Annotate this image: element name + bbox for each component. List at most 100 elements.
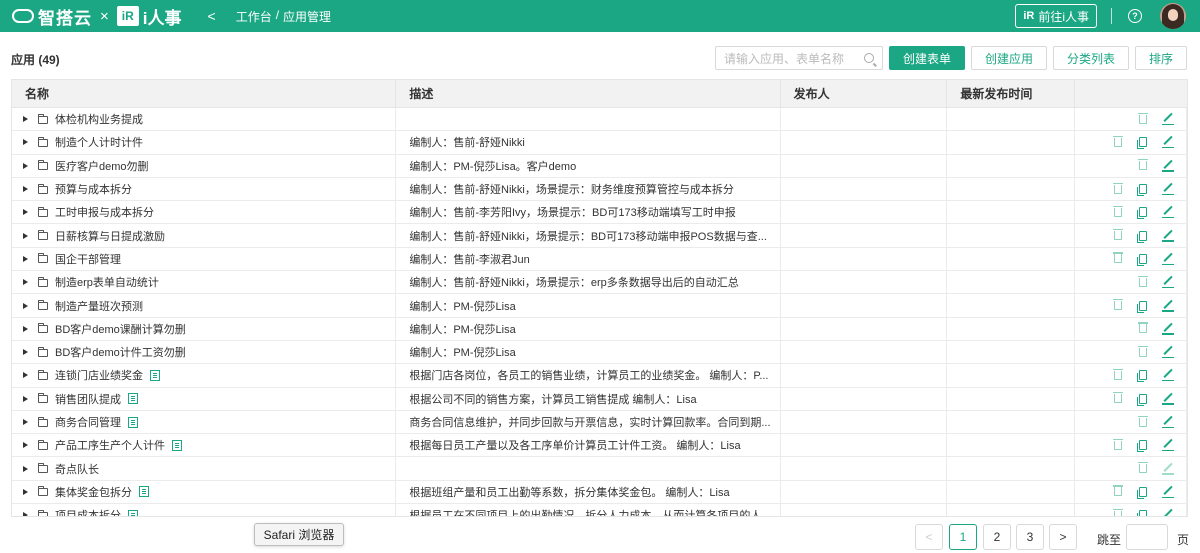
- edit-icon[interactable]: [1162, 253, 1174, 265]
- delete-icon[interactable]: [1137, 322, 1149, 335]
- edit-icon[interactable]: [1162, 276, 1174, 289]
- table-row[interactable]: 商务合同管理 商务合同信息维护，并同步回款与开票信息，实时计算回款率。合同到期..…: [12, 410, 1187, 435]
- page-2-button[interactable]: 2: [983, 524, 1011, 550]
- delete-icon[interactable]: [1112, 205, 1124, 218]
- edit-icon[interactable]: [1162, 113, 1174, 126]
- avatar[interactable]: [1160, 3, 1186, 29]
- app-name[interactable]: 商务合同管理: [55, 414, 121, 430]
- app-name[interactable]: 产品工序生产个人计件: [55, 437, 165, 453]
- expand-caret-icon[interactable]: [23, 465, 28, 472]
- edit-icon[interactable]: [1162, 206, 1174, 219]
- app-name[interactable]: 制造erp表单自动统计: [55, 274, 159, 290]
- edit-icon[interactable]: [1162, 160, 1174, 172]
- delete-icon[interactable]: [1137, 159, 1149, 172]
- table-row[interactable]: 奇点队长: [12, 457, 1187, 481]
- expand-caret-icon[interactable]: [23, 302, 28, 309]
- copy-icon[interactable]: [1137, 393, 1149, 406]
- table-row[interactable]: BD客户demo计件工资勿删 编制人：PM-倪莎Lisa: [12, 340, 1187, 365]
- app-name[interactable]: 工时申报与成本拆分: [55, 204, 154, 220]
- table-row[interactable]: 项目成本拆分 根据员工在不同项目上的出勤情况，拆分人力成本，从而计算各项目的人..…: [12, 504, 1187, 516]
- category-list-button[interactable]: 分类列表: [1053, 46, 1129, 70]
- app-name[interactable]: 国企干部管理: [55, 251, 121, 267]
- search-icon[interactable]: [864, 53, 874, 63]
- delete-icon[interactable]: [1112, 368, 1124, 381]
- help-icon[interactable]: ?: [1128, 9, 1142, 23]
- edit-icon[interactable]: [1162, 439, 1174, 452]
- table-row[interactable]: 制造个人计时计件 编制人：售前-舒娅Nikki: [12, 131, 1187, 155]
- table-row[interactable]: 销售团队提成 根据公司不同的销售方案，计算员工销售提成 编制人：Lisa: [12, 387, 1187, 411]
- delete-icon[interactable]: [1137, 275, 1149, 288]
- delete-icon[interactable]: [1137, 345, 1149, 358]
- delete-icon[interactable]: [1112, 135, 1124, 148]
- app-name[interactable]: 连锁门店业绩奖金: [55, 367, 143, 383]
- app-name[interactable]: 体检机构业务提成: [55, 111, 143, 127]
- delete-icon[interactable]: [1112, 485, 1124, 498]
- expand-caret-icon[interactable]: [23, 419, 28, 425]
- app-name[interactable]: 集体奖金包拆分: [55, 484, 132, 500]
- delete-icon[interactable]: [1112, 438, 1124, 451]
- copy-icon[interactable]: [1137, 136, 1149, 150]
- search-input[interactable]: 请输入应用、表单名称: [715, 46, 883, 70]
- delete-icon[interactable]: [1112, 392, 1124, 405]
- copy-icon[interactable]: [1137, 206, 1149, 220]
- app-name[interactable]: 制造个人计时计件: [55, 134, 143, 150]
- app-name[interactable]: 医疗客户demo勿删: [55, 158, 149, 174]
- edit-icon[interactable]: [1162, 300, 1174, 312]
- copy-icon[interactable]: [1137, 183, 1149, 197]
- expand-caret-icon[interactable]: [23, 512, 28, 516]
- copy-icon[interactable]: [1137, 300, 1149, 313]
- table-row[interactable]: 国企干部管理 编制人：售前-李淑君Jun: [12, 247, 1187, 272]
- edit-icon[interactable]: [1162, 416, 1174, 429]
- delete-icon[interactable]: [1137, 415, 1149, 428]
- table-row[interactable]: 集体奖金包拆分 根据班组产量和员工出勤等系数，拆分集体奖金包。 编制人：Lisa: [12, 480, 1187, 505]
- edit-icon[interactable]: [1162, 369, 1174, 382]
- create-app-button[interactable]: 创建应用: [971, 46, 1047, 70]
- delete-icon[interactable]: [1112, 508, 1124, 516]
- breadcrumb-workbench[interactable]: 工作台: [236, 8, 272, 25]
- goto-ihr-button[interactable]: iR 前往i人事: [1015, 4, 1097, 28]
- back-icon[interactable]: <: [208, 8, 216, 24]
- copy-icon[interactable]: [1137, 439, 1149, 453]
- table-row[interactable]: 日薪核算与日提成激励 编制人：售前-舒娅Nikki，场景提示：BD可173移动端申…: [12, 224, 1187, 248]
- table-row[interactable]: 预算与成本拆分 编制人：售前-舒娅Nikki，场景提示：财务维度预算管控与成本拆分: [12, 177, 1187, 202]
- delete-icon[interactable]: [1112, 252, 1124, 265]
- jump-page-input[interactable]: [1126, 524, 1168, 550]
- expand-caret-icon[interactable]: [23, 279, 28, 286]
- page-1-button[interactable]: 1: [949, 524, 977, 550]
- table-row[interactable]: 医疗客户demo勿删 编制人：PM-倪莎Lisa。客户demo: [12, 154, 1187, 178]
- expand-caret-icon[interactable]: [23, 116, 28, 123]
- app-name[interactable]: BD客户demo计件工资勿删: [55, 344, 186, 360]
- delete-icon[interactable]: [1112, 182, 1124, 195]
- copy-icon[interactable]: [1137, 253, 1149, 266]
- table-row[interactable]: 产品工序生产个人计件 根据每日员工产量以及各工序单价计算员工计件工资。 编制人：L…: [12, 434, 1187, 458]
- edit-icon[interactable]: [1162, 463, 1174, 475]
- app-name[interactable]: 奇点队长: [55, 461, 99, 477]
- table-row[interactable]: 体检机构业务提成: [12, 108, 1187, 132]
- app-name[interactable]: 项目成本拆分: [55, 507, 121, 516]
- app-name[interactable]: 制造产量班次预测: [55, 298, 143, 314]
- edit-icon[interactable]: [1162, 486, 1174, 498]
- edit-icon[interactable]: [1162, 393, 1174, 405]
- edit-icon[interactable]: [1162, 346, 1174, 359]
- edit-icon[interactable]: [1162, 230, 1174, 242]
- delete-icon[interactable]: [1137, 462, 1149, 475]
- create-form-button[interactable]: 创建表单: [889, 46, 965, 70]
- copy-icon[interactable]: [1137, 486, 1149, 499]
- expand-caret-icon[interactable]: [23, 255, 28, 262]
- expand-caret-icon[interactable]: [23, 372, 28, 379]
- expand-caret-icon[interactable]: [23, 325, 28, 332]
- expand-caret-icon[interactable]: [23, 442, 28, 449]
- delete-icon[interactable]: [1112, 229, 1124, 242]
- expand-caret-icon[interactable]: [23, 232, 28, 239]
- edit-icon[interactable]: [1162, 136, 1174, 149]
- table-row[interactable]: 制造产量班次预测 编制人：PM-倪莎Lisa: [12, 294, 1187, 318]
- edit-icon[interactable]: [1162, 323, 1174, 335]
- prev-page-button[interactable]: <: [915, 524, 943, 550]
- expand-caret-icon[interactable]: [23, 395, 28, 402]
- app-name[interactable]: BD客户demo课酬计算勿删: [55, 321, 186, 337]
- table-row[interactable]: 连锁门店业绩奖金 根据门店各岗位，各员工的销售业绩，计算员工的业绩奖金。 编制人：…: [12, 364, 1187, 388]
- expand-caret-icon[interactable]: [23, 488, 28, 495]
- delete-icon[interactable]: [1112, 299, 1124, 312]
- table-row[interactable]: 工时申报与成本拆分 编制人：售前-李芳阳Ivy，场景提示：BD可173移动端填写工…: [12, 201, 1187, 225]
- expand-caret-icon[interactable]: [23, 186, 28, 193]
